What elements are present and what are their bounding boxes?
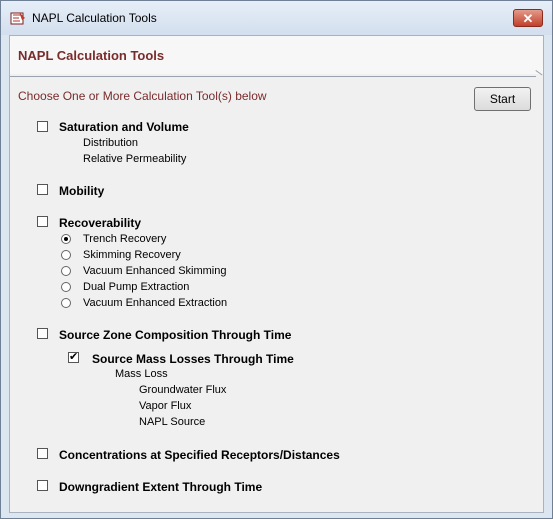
source-zone-checkbox[interactable]: [37, 328, 48, 339]
sub-item-vapor-flux: Vapor Flux: [139, 400, 192, 412]
saturation-volume-label: Saturation and Volume: [59, 120, 189, 134]
downgradient-label: Downgradient Extent Through Time: [59, 480, 263, 494]
recovery-option-radio[interactable]: [61, 266, 71, 276]
recovery-option-radio[interactable]: [61, 282, 71, 292]
saturation-volume-checkbox[interactable]: [37, 121, 48, 132]
title-bar: NAPL Calculation Tools ✕: [1, 1, 552, 35]
recovery-option-radio[interactable]: [61, 250, 71, 260]
napl-tools-window: NAPL Calculation Tools ✕ NAPL Calculatio…: [0, 0, 553, 519]
dialog-body: NAPL Calculation Tools Choose One or Mor…: [9, 35, 544, 513]
start-button[interactable]: Start: [474, 87, 531, 111]
close-icon: ✕: [522, 11, 534, 26]
mobility-checkbox[interactable]: [37, 184, 48, 195]
app-icon: [10, 12, 25, 25]
recovery-option-label: Skimming Recovery: [83, 249, 181, 261]
sub-item-groundwater-flux: Groundwater Flux: [139, 384, 227, 396]
header-band: NAPL Calculation Tools: [10, 36, 543, 74]
header-title: NAPL Calculation Tools: [18, 48, 165, 63]
source-zone-label: Source Zone Composition Through Time: [59, 328, 292, 342]
concentrations-checkbox[interactable]: [37, 448, 48, 459]
sub-item-relative-permeability: Relative Permeability: [83, 153, 187, 165]
header-divider: [10, 76, 536, 77]
recovery-option-label: Vacuum Enhanced Skimming: [83, 265, 227, 277]
window-title: NAPL Calculation Tools: [32, 11, 157, 25]
recoverability-label: Recoverability: [59, 216, 142, 230]
recovery-option-label: Vacuum Enhanced Extraction: [83, 297, 228, 309]
mobility-label: Mobility: [59, 184, 105, 198]
recovery-option-label: Dual Pump Extraction: [83, 281, 190, 293]
sub-item-distribution: Distribution: [83, 137, 139, 149]
sub-item-napl-source: NAPL Source: [139, 416, 206, 428]
recovery-option-label: Trench Recovery: [83, 233, 167, 245]
source-mass-losses-label: Source Mass Losses Through Time: [92, 352, 294, 366]
recovery-option-radio[interactable]: [61, 298, 71, 308]
close-button[interactable]: ✕: [513, 9, 543, 27]
instruction-text: Choose One or More Calculation Tool(s) b…: [18, 89, 267, 103]
recovery-option-radio[interactable]: [61, 234, 71, 244]
concentrations-label: Concentrations at Specified Receptors/Di…: [59, 448, 340, 462]
downgradient-checkbox[interactable]: [37, 480, 48, 491]
source-mass-losses-checkbox[interactable]: [68, 350, 79, 363]
mass-loss-label: Mass Loss: [115, 368, 168, 380]
recoverability-checkbox[interactable]: [37, 216, 48, 227]
